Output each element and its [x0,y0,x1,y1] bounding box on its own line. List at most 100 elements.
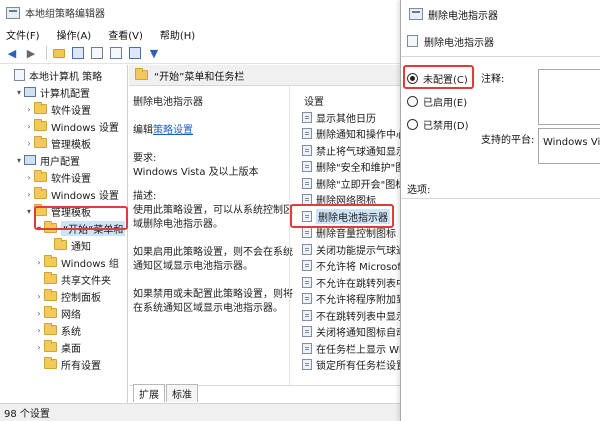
list-highlight-box [290,204,394,228]
chevron-right-icon[interactable]: › [24,190,34,199]
setting-label: 显示其他日历 [316,113,376,125]
policy-icon [407,35,418,47]
radio-enabled[interactable]: 已启用(E) [407,93,467,109]
setting-row[interactable]: 不允许在跳转列表中 [290,274,400,290]
tree-item[interactable]: › 桌面 [34,339,81,355]
back-arrow-icon[interactable]: ◀ [4,45,20,61]
tree-item[interactable]: 本地计算机 策略 [4,67,102,83]
tree-item[interactable]: › Windows 组 [34,254,119,270]
chevron-down-icon[interactable]: ▾ [14,88,24,97]
radio-highlight-box [403,65,474,89]
category-title: “开始”菜单和任务栏 [154,71,245,83]
setting-icon [302,342,312,354]
filter-icon[interactable]: ▼ [146,45,162,61]
tree-item[interactable]: ▾ 用户配置 [14,152,80,168]
folder-icon [44,272,57,284]
tree-item[interactable]: › 控制面板 [34,288,101,304]
chevron-right-icon[interactable]: › [34,258,44,267]
radio-enabled-dot[interactable] [407,95,418,107]
show-tree-icon[interactable] [70,45,86,61]
chevron-right-icon[interactable]: › [24,122,34,131]
platform-value: Windows Vista 及以上版本 [543,137,600,148]
help-icon[interactable] [108,45,124,61]
export-list-icon[interactable] [89,45,105,61]
menu-view[interactable]: 查看(V) [108,27,143,42]
setting-row[interactable]: 关闭功能提示气球通 [290,241,400,257]
chevron-right-icon[interactable]: › [24,139,34,148]
tree-item-label: 本地计算机 策略 [29,71,103,83]
setting-icon [302,144,312,156]
dialog-title: 删除电池指示器 [428,10,498,22]
chevron-down-icon[interactable]: ▾ [14,156,24,165]
tree-item[interactable]: › 网络 [34,305,81,321]
comment-textarea[interactable] [538,69,600,125]
setting-row[interactable]: 关闭将通知图标自动 [290,324,400,340]
tree-item-label: 控制面板 [61,292,101,304]
chevron-right-icon[interactable]: › [24,173,34,182]
folder-icon [135,68,148,80]
chevron-right-icon[interactable]: › [34,326,44,335]
dialog-divider [401,56,600,57]
folder-icon [34,187,47,199]
setting-row[interactable]: 显示其他日历 [290,109,400,125]
menu-action[interactable]: 操作(A) [57,27,92,42]
chevron-right-icon[interactable]: › [24,105,34,114]
description-line: 如果启用此策略设置，则不会在系统 [133,247,293,258]
tree-item[interactable]: › 软件设置 [24,101,91,117]
tree-item[interactable]: › Windows 设置 [24,186,119,202]
tab-standard[interactable]: 标准 [166,384,198,402]
radio-disabled-dot[interactable] [407,118,418,130]
setting-row[interactable]: 删除通知和操作中心 [290,126,400,142]
settings-column-header[interactable]: 设置 [304,93,324,108]
folder-icon [34,170,47,182]
tree-item-label: 共享文件夹 [61,275,111,287]
requirement-label: 要求: [133,153,157,164]
tree-item[interactable]: › 系统 [34,322,81,338]
setting-row[interactable]: 锁定所有任务栏设置 [290,357,400,373]
tree-item[interactable]: › Windows 设置 [24,118,119,134]
tree-item-label: 管理模板 [51,139,91,151]
setting-icon [302,227,312,238]
description-pane: 删除电池指示器 编辑策略设置 要求: Windows Vista 及以上版本 描… [129,88,293,388]
up-folder-icon[interactable] [51,45,67,61]
description-line: 通知区域显示电池指示器。 [133,261,253,272]
menu-help[interactable]: 帮助(H) [160,27,195,42]
window-title: 本地组策略编辑器 [25,9,105,20]
chevron-down-icon[interactable]: ▾ [24,207,34,216]
tree-item[interactable]: ▾ 计算机配置 [14,84,90,100]
dialog-app-icon [409,8,423,20]
radio-disabled[interactable]: 已禁用(D) [407,116,469,132]
forward-arrow-icon[interactable]: ▶ [23,45,39,61]
setting-row[interactable]: 删除"安全和维护"图 [290,159,400,175]
menu-file[interactable]: 文件(F) [6,27,40,42]
tab-extended[interactable]: 扩展 [133,384,165,402]
setting-icon [302,243,312,255]
chevron-right-icon[interactable]: › [34,343,44,352]
setting-row[interactable]: 在任务栏上显示 Win [290,340,400,356]
tree-item[interactable]: 共享文件夹 [34,271,111,287]
tree-item[interactable]: › 软件设置 [24,169,91,185]
setting-row[interactable]: 不在跳转列表中显示 [290,307,400,323]
tree-item[interactable]: 通知 [44,237,91,253]
setting-row[interactable]: 删除"立即开会"图标 [290,175,400,191]
description-line: 如果禁用或未配置此策略设置，则将 [133,289,293,300]
platform-box: Windows Vista 及以上版本 [538,128,600,164]
setting-label: 锁定所有任务栏设置 [316,361,400,372]
setting-row[interactable]: 禁止将气球通知显示 [290,142,400,158]
setting-row[interactable]: 不允许将 Microsoft [290,258,400,274]
folder-icon [44,255,57,267]
chevron-right-icon[interactable]: › [34,309,44,318]
edit-policy-link[interactable]: 策略设置 [153,125,193,136]
folder-icon [34,119,47,131]
properties-icon[interactable] [127,45,143,61]
category-header: “开始”菜单和任务栏 [129,65,400,86]
folder-icon [44,357,57,369]
folder-icon [44,323,57,335]
chevron-right-icon[interactable]: › [34,292,44,301]
folder-icon [34,102,47,114]
tree-item[interactable]: › 管理模板 [24,135,91,151]
setting-row[interactable]: 不允许将程序附加到 [290,291,400,307]
setting-icon [302,161,312,172]
tree-item[interactable]: 所有设置 [34,356,101,372]
tree-highlight-box [34,206,128,230]
